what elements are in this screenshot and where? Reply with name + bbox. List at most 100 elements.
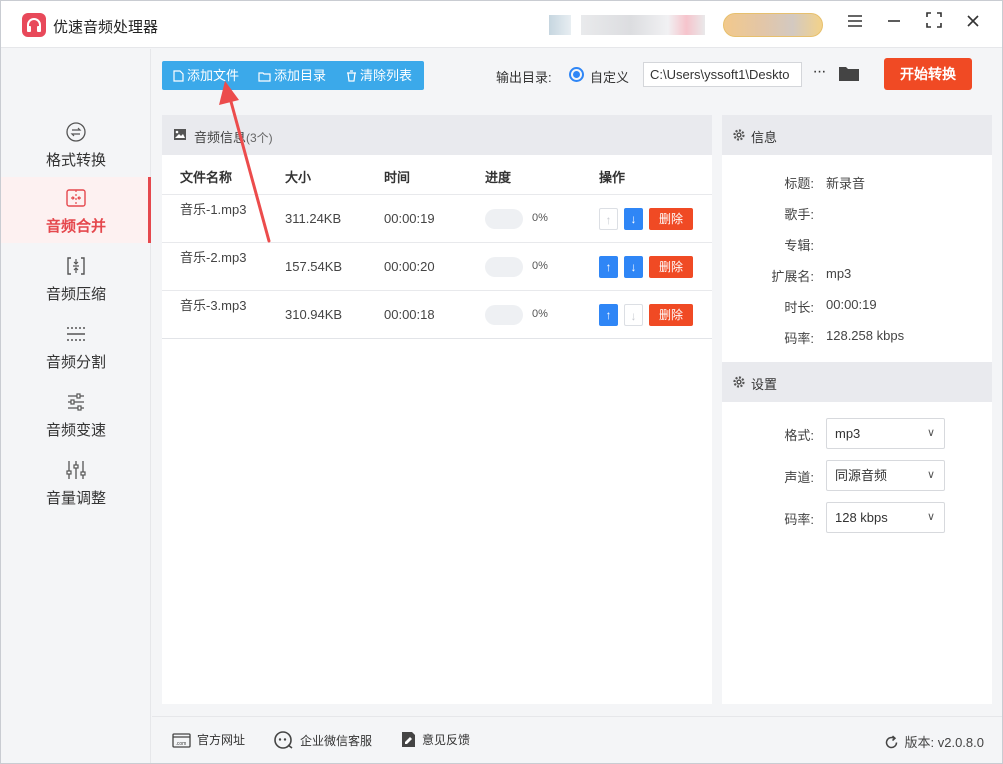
progress-percent: 0% [532,212,548,224]
info-value: 00:00:19 [826,297,877,312]
feedback-link[interactable]: 意见反馈 [401,731,470,748]
custom-dir-radio-label[interactable]: 自定义 [590,67,629,86]
column-header-actions: 操作 [599,170,626,185]
delete-button[interactable]: 删除 [649,256,693,278]
table-row[interactable]: 音乐-2.mp3 157.54KB 00:00:20 0% ↑ ↓ 删除 [162,242,712,290]
channel-select[interactable]: 同源音频 ∨ [826,460,945,491]
chevron-down-icon: ∨ [926,469,935,481]
sidebar-item-audio-merge[interactable]: 音频合并 [1,177,151,243]
sidebar-item-format-convert[interactable]: 格式转换 [1,111,151,177]
sidebar-item-label: 音频合并 [45,218,106,235]
info-row-bitrate: 码率: 128.258 kbps [722,328,992,348]
format-convert-icon [66,122,86,142]
info-row-duration: 时长: 00:00:19 [722,297,992,317]
app-logo-icon [22,13,46,37]
sidebar-item-audio-compress[interactable]: 音频压缩 [1,245,151,311]
folder-outline-icon [258,72,271,82]
bitrate-select[interactable]: 128 kbps ∨ [826,502,945,533]
browse-more-button[interactable]: ··· [809,63,829,85]
close-icon[interactable] [961,12,985,36]
sidebar-item-label: 音频压缩 [45,286,106,303]
menu-icon[interactable] [843,12,867,36]
file-icon [173,70,184,82]
add-folder-button[interactable]: 添加目录 [258,61,326,90]
move-up-button[interactable]: ↑ [599,208,618,230]
wechat-support-link[interactable]: 企业微信客服 [274,731,372,749]
file-duration: 00:00:20 [384,259,435,274]
open-folder-icon[interactable] [838,63,860,85]
version-text: 版本: v2.0.8.0 [904,735,984,750]
format-select[interactable]: mp3 ∨ [826,418,945,449]
blurred-account-name [581,15,705,35]
bitrate-label: 码率: [784,512,814,527]
blurred-avatar [549,15,571,35]
audio-compress-icon [67,257,85,275]
file-count: (3个) [246,131,273,145]
chevron-down-icon: ∨ [926,511,935,523]
table-row[interactable]: 音乐-3.mp3 310.94KB 00:00:18 0% ↑ ↓ 删除 [162,290,712,338]
move-up-button[interactable]: ↑ [599,304,618,326]
arrow-up-icon: ↑ [605,213,612,227]
info-key: 码率: [784,331,814,346]
custom-dir-radio[interactable] [569,67,584,82]
chevron-down-icon: ∨ [926,427,935,439]
image-icon [174,129,186,140]
progress-bar [485,209,523,229]
gear-icon [733,129,745,141]
info-key: 标题: [784,176,814,191]
column-header-time: 时间 [384,170,411,185]
channel-label: 声道: [784,470,814,485]
file-size: 310.94KB [285,307,343,322]
file-size: 311.24KB [285,211,342,226]
title-bar: 优速音频处理器 [1,1,1002,48]
minimize-icon[interactable] [882,12,906,36]
progress-percent: 0% [532,260,548,272]
trash-icon [347,70,356,82]
app-title: 优速音频处理器 [53,19,159,36]
file-name: 音乐-2.mp3 [180,250,247,265]
arrow-down-icon: ↓ [630,212,637,226]
info-row-extension: 扩展名: mp3 [722,266,992,286]
app-window: 优速音频处理器 格式转换 音频合并 音频压缩 音频分割 音频变速 音量调整 添加… [0,0,1003,764]
delete-button[interactable]: 删除 [649,208,693,230]
info-row-artist: 歌手: [722,204,992,224]
sidebar-item-label: 音频分割 [45,354,106,371]
volume-adjust-icon [66,461,86,479]
maximize-icon[interactable] [922,12,946,36]
move-down-button[interactable]: ↓ [624,208,643,230]
file-name: 音乐-1.mp3 [180,202,247,217]
delete-button[interactable]: 删除 [649,304,693,326]
chat-icon [274,731,293,749]
file-name: 音乐-3.mp3 [180,298,247,313]
info-section-header: 信息 [722,115,992,155]
sidebar-item-volume-adjust[interactable]: 音量调整 [1,449,151,515]
start-convert-button[interactable]: 开始转换 [884,58,972,90]
table-row[interactable]: 音乐-1.mp3 311.24KB 00:00:19 0% ↑ ↓ 删除 [162,194,712,242]
output-path-input[interactable]: C:\Users\yssoft1\Deskto [643,62,802,87]
add-file-button[interactable]: 添加文件 [173,61,239,90]
move-up-button[interactable]: ↑ [599,256,618,278]
audio-merge-icon [66,189,86,207]
sidebar-item-label: 音量调整 [45,490,106,507]
sidebar-item-label: 格式转换 [45,152,106,169]
move-down-button[interactable]: ↓ [624,256,643,278]
file-list-panel: 音频信息(3个) 文件名称 大小 时间 进度 操作 音乐-1.mp3 311.2… [162,115,712,704]
sidebar-item-audio-split[interactable]: 音频分割 [1,313,151,379]
official-website-link[interactable]: .com 官方网址 [172,731,245,748]
info-value: 新录音 [826,176,866,191]
column-header-size: 大小 [285,170,312,185]
move-down-button[interactable]: ↓ [624,304,643,326]
file-size: 157.54KB [285,259,343,274]
sidebar-item-audio-speed[interactable]: 音频变速 [1,381,151,447]
blurred-vip-badge[interactable] [723,13,823,37]
arrow-down-icon: ↓ [630,260,637,274]
settings-section-title: 设置 [751,377,778,392]
info-key: 时长: [784,300,814,315]
info-key: 歌手: [784,207,814,222]
arrow-up-icon: ↑ [605,260,612,274]
clear-list-button[interactable]: 清除列表 [346,61,412,90]
file-panel-title: 音频信息 [194,130,247,145]
refresh-icon [885,735,897,749]
info-key: 专辑: [784,238,814,253]
sidebar: 格式转换 音频合并 音频压缩 音频分割 音频变速 音量调整 [1,49,151,763]
